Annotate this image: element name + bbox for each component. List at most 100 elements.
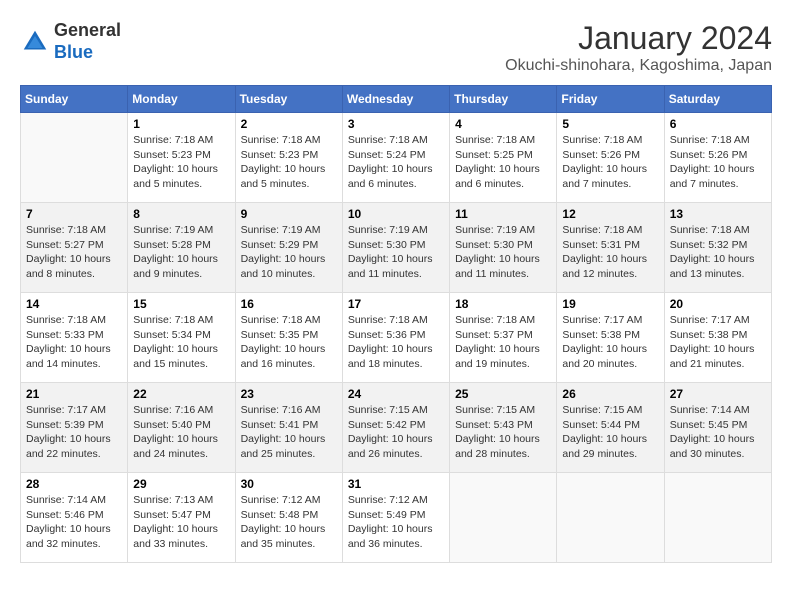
page-header: General Blue January 2024 Okuchi-shinoha… bbox=[20, 20, 772, 75]
calendar-cell bbox=[557, 473, 664, 563]
calendar-cell: 12 Sunrise: 7:18 AMSunset: 5:31 PMDayligh… bbox=[557, 203, 664, 293]
day-number: 6 bbox=[670, 117, 766, 131]
day-number: 2 bbox=[241, 117, 337, 131]
week-row-1: 1 Sunrise: 7:18 AMSunset: 5:23 PMDaylight… bbox=[21, 113, 772, 203]
calendar-cell: 13 Sunrise: 7:18 AMSunset: 5:32 PMDayligh… bbox=[664, 203, 771, 293]
day-info: Sunrise: 7:18 AMSunset: 5:37 PMDaylight:… bbox=[455, 313, 551, 372]
day-info: Sunrise: 7:16 AMSunset: 5:41 PMDaylight:… bbox=[241, 403, 337, 462]
day-number: 25 bbox=[455, 387, 551, 401]
header-sunday: Sunday bbox=[21, 86, 128, 113]
calendar-cell: 2Sunrise: 7:18 AMSunset: 5:23 PMDaylight… bbox=[235, 113, 342, 203]
header-monday: Monday bbox=[128, 86, 235, 113]
calendar-cell: 14Sunrise: 7:18 AMSunset: 5:33 PMDayligh… bbox=[21, 293, 128, 383]
day-info: Sunrise: 7:18 AMSunset: 5:23 PMDaylight:… bbox=[133, 133, 229, 192]
calendar-cell: 4 Sunrise: 7:18 AMSunset: 5:25 PMDaylight… bbox=[450, 113, 557, 203]
calendar-cell: 17Sunrise: 7:18 AMSunset: 5:36 PMDayligh… bbox=[342, 293, 449, 383]
calendar-cell: 20Sunrise: 7:17 AMSunset: 5:38 PMDayligh… bbox=[664, 293, 771, 383]
calendar-cell: 10 Sunrise: 7:19 AMSunset: 5:30 PMDayligh… bbox=[342, 203, 449, 293]
page-title: January 2024 bbox=[505, 20, 772, 57]
calendar-cell: 31 Sunrise: 7:12 AMSunset: 5:49 PMDayligh… bbox=[342, 473, 449, 563]
calendar-cell: 27 Sunrise: 7:14 AMSunset: 5:45 PMDayligh… bbox=[664, 383, 771, 473]
week-row-5: 28 Sunrise: 7:14 AMSunset: 5:46 PMDayligh… bbox=[21, 473, 772, 563]
day-number: 16 bbox=[241, 297, 337, 311]
logo: General Blue bbox=[20, 20, 121, 63]
day-number: 5 bbox=[562, 117, 658, 131]
day-info: Sunrise: 7:15 AMSunset: 5:43 PMDaylight:… bbox=[455, 403, 551, 462]
day-info: Sunrise: 7:17 AMSunset: 5:38 PMDaylight:… bbox=[562, 313, 658, 372]
calendar-cell: 21Sunrise: 7:17 AMSunset: 5:39 PMDayligh… bbox=[21, 383, 128, 473]
day-info: Sunrise: 7:18 AMSunset: 5:25 PMDaylight:… bbox=[455, 133, 551, 192]
day-number: 13 bbox=[670, 207, 766, 221]
day-number: 7 bbox=[26, 207, 122, 221]
day-number: 30 bbox=[241, 477, 337, 491]
day-info: Sunrise: 7:18 AMSunset: 5:35 PMDaylight:… bbox=[241, 313, 337, 372]
calendar-cell: 8 Sunrise: 7:19 AMSunset: 5:28 PMDaylight… bbox=[128, 203, 235, 293]
calendar-cell: 22Sunrise: 7:16 AMSunset: 5:40 PMDayligh… bbox=[128, 383, 235, 473]
calendar-cell: 5 Sunrise: 7:18 AMSunset: 5:26 PMDaylight… bbox=[557, 113, 664, 203]
calendar-cell: 24Sunrise: 7:15 AMSunset: 5:42 PMDayligh… bbox=[342, 383, 449, 473]
day-number: 28 bbox=[26, 477, 122, 491]
day-number: 29 bbox=[133, 477, 229, 491]
calendar-cell: 25 Sunrise: 7:15 AMSunset: 5:43 PMDayligh… bbox=[450, 383, 557, 473]
day-info: Sunrise: 7:12 AMSunset: 5:48 PMDaylight:… bbox=[241, 493, 337, 552]
day-number: 8 bbox=[133, 207, 229, 221]
calendar-header-row: SundayMondayTuesdayWednesdayThursdayFrid… bbox=[21, 86, 772, 113]
day-info: Sunrise: 7:12 AMSunset: 5:49 PMDaylight:… bbox=[348, 493, 444, 552]
calendar-table: SundayMondayTuesdayWednesdayThursdayFrid… bbox=[20, 85, 772, 563]
calendar-cell bbox=[450, 473, 557, 563]
day-info: Sunrise: 7:18 AMSunset: 5:26 PMDaylight:… bbox=[670, 133, 766, 192]
day-number: 15 bbox=[133, 297, 229, 311]
logo-general: General bbox=[54, 20, 121, 40]
calendar-cell: 6 Sunrise: 7:18 AMSunset: 5:26 PMDaylight… bbox=[664, 113, 771, 203]
day-info: Sunrise: 7:17 AMSunset: 5:38 PMDaylight:… bbox=[670, 313, 766, 372]
day-number: 3 bbox=[348, 117, 444, 131]
calendar-cell: 3 Sunrise: 7:18 AMSunset: 5:24 PMDaylight… bbox=[342, 113, 449, 203]
header-tuesday: Tuesday bbox=[235, 86, 342, 113]
day-number: 19 bbox=[562, 297, 658, 311]
day-info: Sunrise: 7:18 AMSunset: 5:33 PMDaylight:… bbox=[26, 313, 122, 372]
logo-icon bbox=[20, 27, 50, 57]
calendar-cell: 18 Sunrise: 7:18 AMSunset: 5:37 PMDayligh… bbox=[450, 293, 557, 383]
week-row-2: 7 Sunrise: 7:18 AMSunset: 5:27 PMDaylight… bbox=[21, 203, 772, 293]
day-info: Sunrise: 7:18 AMSunset: 5:34 PMDaylight:… bbox=[133, 313, 229, 372]
calendar-cell bbox=[21, 113, 128, 203]
header-friday: Friday bbox=[557, 86, 664, 113]
day-number: 31 bbox=[348, 477, 444, 491]
day-info: Sunrise: 7:18 AMSunset: 5:32 PMDaylight:… bbox=[670, 223, 766, 282]
logo-text: General Blue bbox=[54, 20, 121, 63]
calendar-cell: 19 Sunrise: 7:17 AMSunset: 5:38 PMDayligh… bbox=[557, 293, 664, 383]
day-number: 1 bbox=[133, 117, 229, 131]
page-subtitle: Okuchi-shinohara, Kagoshima, Japan bbox=[505, 57, 772, 75]
day-info: Sunrise: 7:18 AMSunset: 5:31 PMDaylight:… bbox=[562, 223, 658, 282]
day-number: 10 bbox=[348, 207, 444, 221]
header-saturday: Saturday bbox=[664, 86, 771, 113]
day-info: Sunrise: 7:18 AMSunset: 5:26 PMDaylight:… bbox=[562, 133, 658, 192]
day-number: 18 bbox=[455, 297, 551, 311]
day-info: Sunrise: 7:18 AMSunset: 5:36 PMDaylight:… bbox=[348, 313, 444, 372]
calendar-cell: 7 Sunrise: 7:18 AMSunset: 5:27 PMDaylight… bbox=[21, 203, 128, 293]
day-number: 11 bbox=[455, 207, 551, 221]
day-info: Sunrise: 7:16 AMSunset: 5:40 PMDaylight:… bbox=[133, 403, 229, 462]
calendar-cell: 30 Sunrise: 7:12 AMSunset: 5:48 PMDayligh… bbox=[235, 473, 342, 563]
calendar-cell bbox=[664, 473, 771, 563]
day-info: Sunrise: 7:14 AMSunset: 5:46 PMDaylight:… bbox=[26, 493, 122, 552]
logo-blue: Blue bbox=[54, 42, 93, 62]
day-info: Sunrise: 7:15 AMSunset: 5:42 PMDaylight:… bbox=[348, 403, 444, 462]
day-info: Sunrise: 7:19 AMSunset: 5:30 PMDaylight:… bbox=[455, 223, 551, 282]
day-number: 27 bbox=[670, 387, 766, 401]
day-info: Sunrise: 7:14 AMSunset: 5:45 PMDaylight:… bbox=[670, 403, 766, 462]
calendar-cell: 28 Sunrise: 7:14 AMSunset: 5:46 PMDayligh… bbox=[21, 473, 128, 563]
day-number: 4 bbox=[455, 117, 551, 131]
day-info: Sunrise: 7:19 AMSunset: 5:28 PMDaylight:… bbox=[133, 223, 229, 282]
calendar-cell: 9Sunrise: 7:19 AMSunset: 5:29 PMDaylight… bbox=[235, 203, 342, 293]
calendar-cell: 16 Sunrise: 7:18 AMSunset: 5:35 PMDayligh… bbox=[235, 293, 342, 383]
week-row-4: 21Sunrise: 7:17 AMSunset: 5:39 PMDayligh… bbox=[21, 383, 772, 473]
calendar-cell: 29Sunrise: 7:13 AMSunset: 5:47 PMDayligh… bbox=[128, 473, 235, 563]
day-number: 12 bbox=[562, 207, 658, 221]
calendar-cell: 11 Sunrise: 7:19 AMSunset: 5:30 PMDayligh… bbox=[450, 203, 557, 293]
calendar-cell: 1 Sunrise: 7:18 AMSunset: 5:23 PMDaylight… bbox=[128, 113, 235, 203]
day-info: Sunrise: 7:18 AMSunset: 5:27 PMDaylight:… bbox=[26, 223, 122, 282]
day-info: Sunrise: 7:18 AMSunset: 5:24 PMDaylight:… bbox=[348, 133, 444, 192]
day-info: Sunrise: 7:19 AMSunset: 5:30 PMDaylight:… bbox=[348, 223, 444, 282]
week-row-3: 14Sunrise: 7:18 AMSunset: 5:33 PMDayligh… bbox=[21, 293, 772, 383]
